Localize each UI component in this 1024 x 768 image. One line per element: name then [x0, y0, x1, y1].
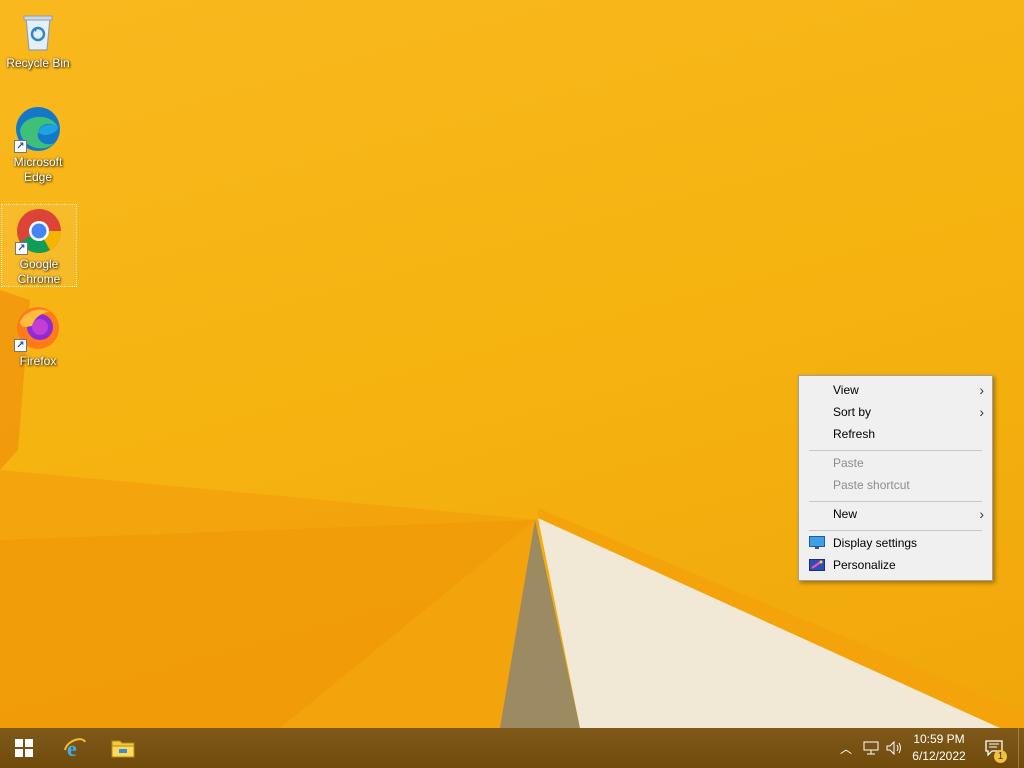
desktop-icon-firefox[interactable]: ↗ Firefox [0, 304, 76, 369]
speaker-icon [886, 741, 901, 755]
network-tray-button[interactable] [860, 728, 882, 768]
menu-item-personalize[interactable]: Personalize [801, 554, 990, 576]
network-icon [863, 741, 879, 755]
desktop-icon-recycle-bin[interactable]: Recycle Bin [0, 6, 76, 71]
firefox-icon: ↗ [14, 304, 62, 352]
menu-separator [809, 501, 982, 502]
action-center-button[interactable]: 1 [978, 728, 1010, 768]
taskbar-file-explorer[interactable] [100, 728, 146, 768]
menu-item-view[interactable]: View › [801, 379, 990, 401]
desktop-icon-label: Google Chrome [17, 257, 61, 286]
show-hidden-icons-button[interactable]: ︿ [838, 728, 854, 768]
shortcut-arrow-icon: ↗ [14, 140, 27, 153]
recycle-bin-icon [14, 6, 62, 54]
start-icon [15, 739, 33, 757]
notification-count-badge: 1 [994, 750, 1007, 763]
menu-item-new[interactable]: New › [801, 503, 990, 525]
taskbar: e ︿ 10:59 PM 6/12/2022 1 [0, 728, 1024, 768]
desktop[interactable]: Recycle Bin ↗ Microsoft Edge ↗ Google Ch… [0, 0, 1024, 728]
desktop-icon-label: Firefox [19, 354, 57, 368]
shortcut-arrow-icon: ↗ [15, 242, 28, 255]
edge-icon: ↗ [14, 105, 62, 153]
display-icon [809, 536, 825, 549]
volume-tray-button[interactable] [884, 728, 906, 768]
clock-button[interactable]: 10:59 PM 6/12/2022 [906, 731, 972, 765]
file-explorer-icon [111, 740, 135, 758]
desktop-icon-google-chrome[interactable]: ↗ Google Chrome [1, 204, 77, 287]
clock-time: 10:59 PM [913, 732, 965, 746]
desktop-icon-microsoft-edge[interactable]: ↗ Microsoft Edge [0, 105, 76, 185]
personalize-icon [809, 559, 825, 571]
taskbar-internet-explorer[interactable]: e [52, 728, 98, 768]
menu-item-display-settings[interactable]: Display settings [801, 532, 990, 554]
menu-item-paste: Paste [833, 456, 864, 470]
desktop-icon-label: Microsoft Edge [13, 155, 63, 184]
menu-item-refresh[interactable]: Refresh [801, 423, 990, 445]
desktop-icon-label: Recycle Bin [6, 56, 70, 70]
menu-item-sort-by[interactable]: Sort by › [801, 401, 990, 423]
chevron-right-icon: › [979, 382, 984, 398]
internet-explorer-icon: e [64, 736, 86, 760]
chevron-up-icon: ︿ [839, 741, 852, 756]
menu-separator [809, 530, 982, 531]
shortcut-arrow-icon: ↗ [14, 339, 27, 352]
wallpaper-shapes [0, 290, 1024, 728]
start-button[interactable] [0, 728, 48, 768]
show-desktop-button[interactable] [1018, 728, 1024, 768]
chrome-icon: ↗ [15, 207, 63, 255]
menu-item-paste-shortcut: Paste shortcut [833, 478, 910, 492]
clock-date: 6/12/2022 [912, 749, 966, 763]
desktop-context-menu: View › Sort by › Refresh Paste Paste sho… [798, 375, 993, 581]
chevron-right-icon: › [979, 404, 984, 420]
menu-separator [809, 450, 982, 451]
chevron-right-icon: › [979, 506, 984, 522]
